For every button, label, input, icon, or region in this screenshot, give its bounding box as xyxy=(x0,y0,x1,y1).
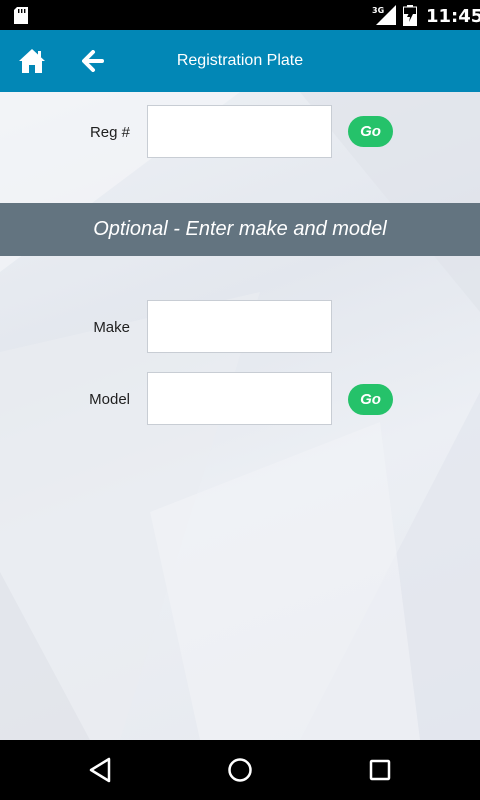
make-label: Make xyxy=(93,319,130,336)
reg-label: Reg # xyxy=(89,124,130,141)
recents-square-icon[interactable] xyxy=(365,756,395,784)
status-bar: 3G 11:45 xyxy=(0,0,480,30)
make-model-go-button[interactable]: Go xyxy=(348,384,393,415)
sd-card-icon xyxy=(14,7,28,24)
system-nav-bar xyxy=(0,740,480,800)
page-title: Registration Plate xyxy=(176,52,304,69)
reg-input[interactable] xyxy=(147,105,332,158)
model-label: Model xyxy=(89,391,130,408)
app-bar: Registration Plate xyxy=(0,30,480,92)
reg-go-button[interactable]: Go xyxy=(348,116,393,147)
status-clock: 11:45 xyxy=(426,6,480,27)
model-input[interactable] xyxy=(147,372,332,425)
main-content: Reg # Go Optional - Enter make and model… xyxy=(0,92,480,740)
home-circle-icon[interactable] xyxy=(225,756,255,784)
back-triangle-icon[interactable] xyxy=(86,756,116,784)
optional-section-title: Optional - Enter make and model xyxy=(93,218,387,240)
signal-icon: 3G xyxy=(372,5,396,25)
network-type-label: 3G xyxy=(372,6,384,15)
optional-section-header: Optional - Enter make and model xyxy=(0,203,480,256)
make-input[interactable] xyxy=(147,300,332,353)
battery-charging-icon xyxy=(403,5,417,26)
